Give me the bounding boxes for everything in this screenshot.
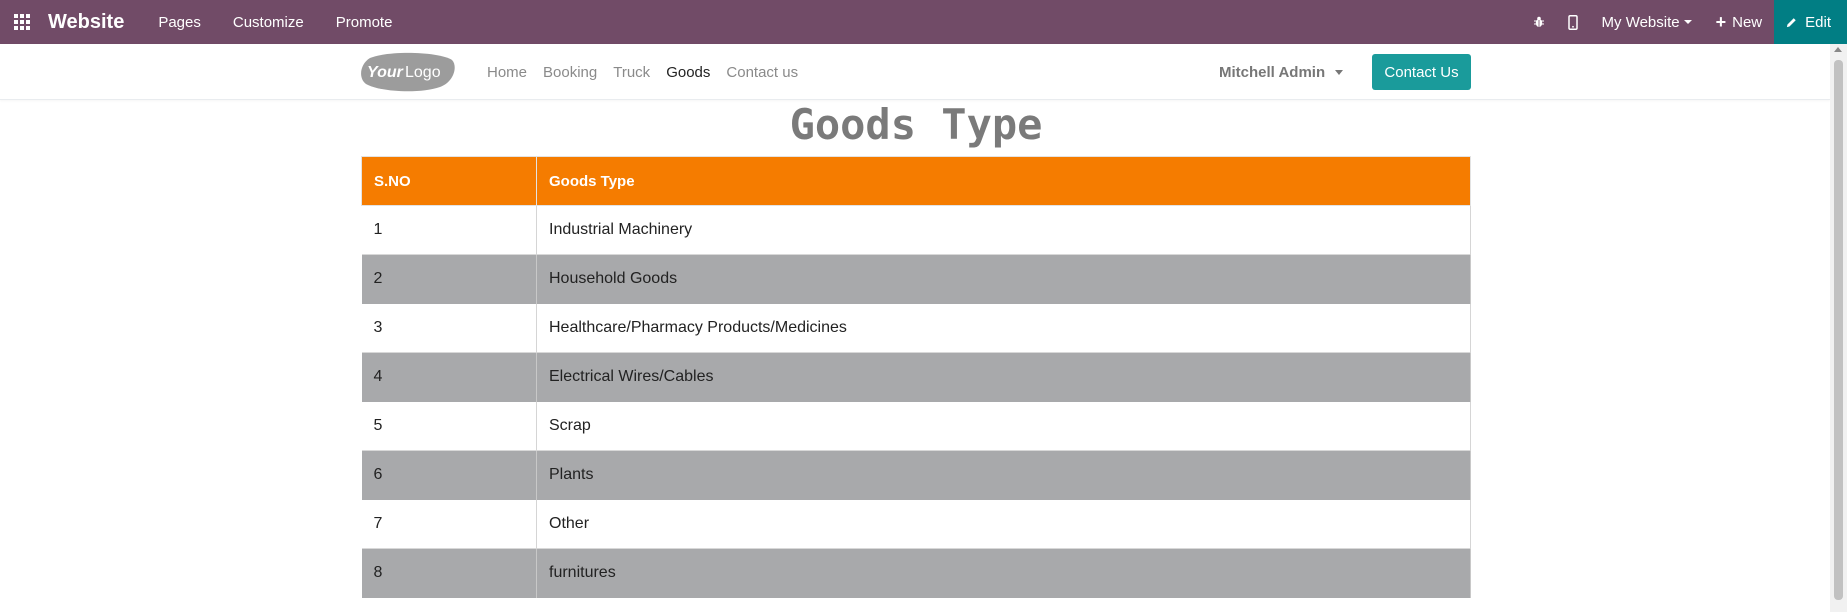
table-row: 6 Plants (361, 450, 1471, 500)
nav-goods[interactable]: Goods (666, 64, 710, 81)
apps-grid-icon (14, 14, 30, 30)
website-selector[interactable]: My Website (1590, 0, 1704, 44)
svg-text:Your: Your (367, 64, 404, 81)
cell-sno: 2 (361, 254, 537, 304)
chevron-down-icon (1683, 20, 1692, 24)
mobile-icon (1567, 14, 1578, 30)
apps-menu-button[interactable] (0, 0, 44, 44)
app-brand[interactable]: Website (48, 11, 124, 34)
cell-sno: 8 (361, 548, 537, 598)
cell-sno: 1 (361, 205, 537, 255)
menu-pages[interactable]: Pages (142, 14, 217, 31)
table-row: 8 furnitures (361, 548, 1471, 598)
column-header-goods-type: Goods Type (536, 156, 1471, 206)
column-header-sno: S.NO (361, 156, 537, 206)
cell-goods-type: Household Goods (536, 254, 1471, 304)
contact-us-button[interactable]: Contact Us (1372, 54, 1471, 90)
menu-customize[interactable]: Customize (217, 14, 320, 31)
website-selector-label: My Website (1601, 13, 1680, 31)
debug-button[interactable] (1522, 0, 1556, 44)
plus-icon: + (1715, 12, 1727, 32)
cell-sno: 6 (361, 450, 537, 500)
table-row: 1 Industrial Machinery (361, 205, 1471, 255)
table-row: 2 Household Goods (361, 254, 1471, 304)
nav-contact-us[interactable]: Contact us (726, 64, 798, 81)
edit-button-label: Edit (1805, 13, 1831, 31)
new-button-label: New (1732, 13, 1763, 31)
admin-bar-right: My Website + New Edit (1522, 0, 1847, 44)
cell-sno: 4 (361, 352, 537, 402)
site-logo[interactable]: Your Logo (360, 52, 456, 92)
cell-goods-type: Other (536, 499, 1471, 549)
cell-goods-type: Electrical Wires/Cables (536, 352, 1471, 402)
scroll-up-arrow-icon[interactable] (1834, 47, 1842, 52)
user-menu[interactable]: Mitchell Admin (1219, 44, 1344, 100)
edit-button[interactable]: Edit (1774, 0, 1847, 44)
admin-bar: Website Pages Customize Promote My Websi… (0, 0, 1847, 44)
site-header: Your Logo Home Booking Truck Goods Conta… (0, 44, 1830, 100)
table-row: 4 Electrical Wires/Cables (361, 352, 1471, 402)
user-name: Mitchell Admin (1219, 63, 1326, 81)
cell-sno: 5 (361, 401, 537, 451)
table-row: 7 Other (361, 499, 1471, 549)
cell-goods-type: furnitures (536, 548, 1471, 598)
page-title: Goods Type (789, 100, 1043, 149)
nav-home[interactable]: Home (487, 64, 527, 81)
nav-booking[interactable]: Booking (543, 64, 597, 81)
cell-goods-type: Plants (536, 450, 1471, 500)
site-nav: Home Booking Truck Goods Contact us (487, 44, 814, 100)
cell-goods-type: Scrap (536, 401, 1471, 451)
cell-sno: 3 (361, 303, 537, 353)
table-row: 5 Scrap (361, 401, 1471, 451)
cell-goods-type: Industrial Machinery (536, 205, 1471, 255)
table-header-row: S.NO Goods Type (361, 156, 1471, 206)
svg-text:Logo: Logo (405, 64, 441, 81)
table-row: 3 Healthcare/Pharmacy Products/Medicines (361, 303, 1471, 353)
page-scrollbar[interactable] (1830, 44, 1847, 612)
cell-goods-type: Healthcare/Pharmacy Products/Medicines (536, 303, 1471, 353)
nav-truck[interactable]: Truck (613, 64, 650, 81)
new-button[interactable]: + New (1704, 0, 1775, 44)
mobile-preview-button[interactable] (1556, 0, 1590, 44)
goods-type-table: S.NO Goods Type 1 Industrial Machinery 2… (361, 156, 1471, 598)
pencil-icon (1787, 17, 1796, 27)
menu-promote[interactable]: Promote (320, 14, 409, 31)
cell-sno: 7 (361, 499, 537, 549)
scrollbar-thumb[interactable] (1834, 60, 1843, 600)
bug-icon (1533, 16, 1544, 27)
chevron-down-icon (1335, 69, 1344, 75)
